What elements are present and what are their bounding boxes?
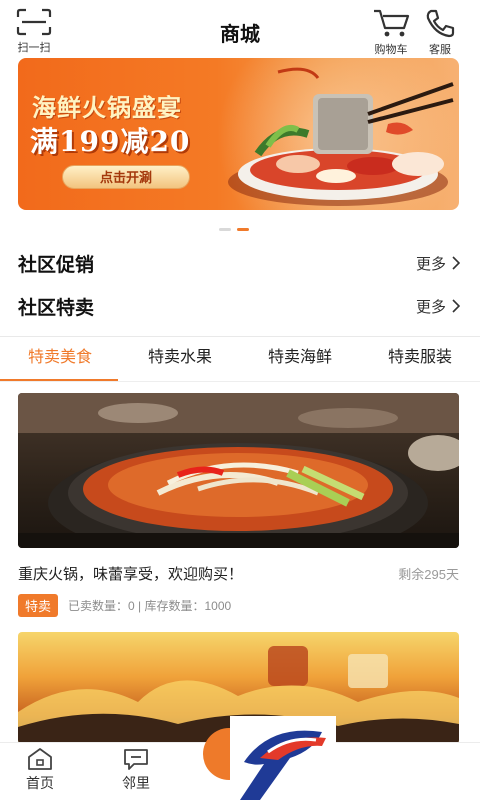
phone-icon [426,9,455,38]
pagination-dot-active[interactable] [237,228,249,231]
pagination-dot[interactable] [219,228,231,231]
product-remaining: 剩余295天 [398,567,459,582]
nav-neighbor-label: 邻里 [122,775,150,791]
more-label: 更多 [415,298,446,316]
hotpot-photo [18,393,459,548]
home-icon [28,748,52,770]
chevron-right-icon [452,256,460,270]
product-image [18,393,459,548]
banner-pagination [219,228,249,231]
more-button[interactable]: 更多 [416,296,460,317]
nav-home[interactable]: 首页 [26,747,54,793]
nav-home-label: 首页 [26,775,54,791]
cart-label: 购物车 [374,44,408,56]
chat-icon [124,749,148,770]
product-title-row: 重庆火锅，味蕾享受，欢迎购买！ 剩余295天 [18,563,459,584]
product-meta-row: 特卖 已卖数量：0 | 库存数量：1000 [18,594,231,617]
product-name[interactable]: 重庆火锅，味蕾享受，欢迎购买！ [18,563,243,584]
watermark-logo [230,716,336,800]
banner-promo: 满199减20 [30,125,191,158]
section-community-sale: 社区特卖 更多 [18,291,460,321]
more-label: 更多 [415,255,446,273]
tab-seafood[interactable]: 特卖海鲜 [240,337,360,381]
product-stock-info: 已卖数量：0 | 库存数量：1000 [68,599,232,613]
header: 扫一扫 商城 购物车 客服 [0,0,480,58]
banner-cta-button[interactable]: 点击开涮 [62,165,190,189]
category-tabs: 特卖美食 特卖水果 特卖海鲜 特卖服装 [0,337,480,381]
divider [0,381,480,382]
tab-fruit[interactable]: 特卖水果 [120,337,240,381]
chevron-right-icon [452,299,460,313]
tab-clothing[interactable]: 特卖服装 [360,337,480,381]
sale-badge: 特卖 [18,594,59,617]
service-label: 客服 [429,44,451,56]
cart-button[interactable]: 购物车 [372,8,410,57]
promo-banner[interactable]: 海鲜火锅盛宴 满199减20 点击开涮 [18,58,459,210]
section-title: 社区特卖 [18,297,95,319]
nav-neighbor[interactable]: 邻里 [122,747,150,793]
product-card[interactable] [18,393,459,548]
banner-title: 海鲜火锅盛宴 [32,93,182,122]
more-button[interactable]: 更多 [416,253,460,274]
service-button[interactable]: 客服 [424,8,456,57]
section-title: 社区促销 [18,254,95,276]
logo-icon [240,730,326,800]
tab-food[interactable]: 特卖美食 [0,337,120,381]
hotpot-illustration [228,67,454,206]
cart-icon [374,9,410,37]
section-community-promo: 社区促销 更多 [18,248,460,278]
